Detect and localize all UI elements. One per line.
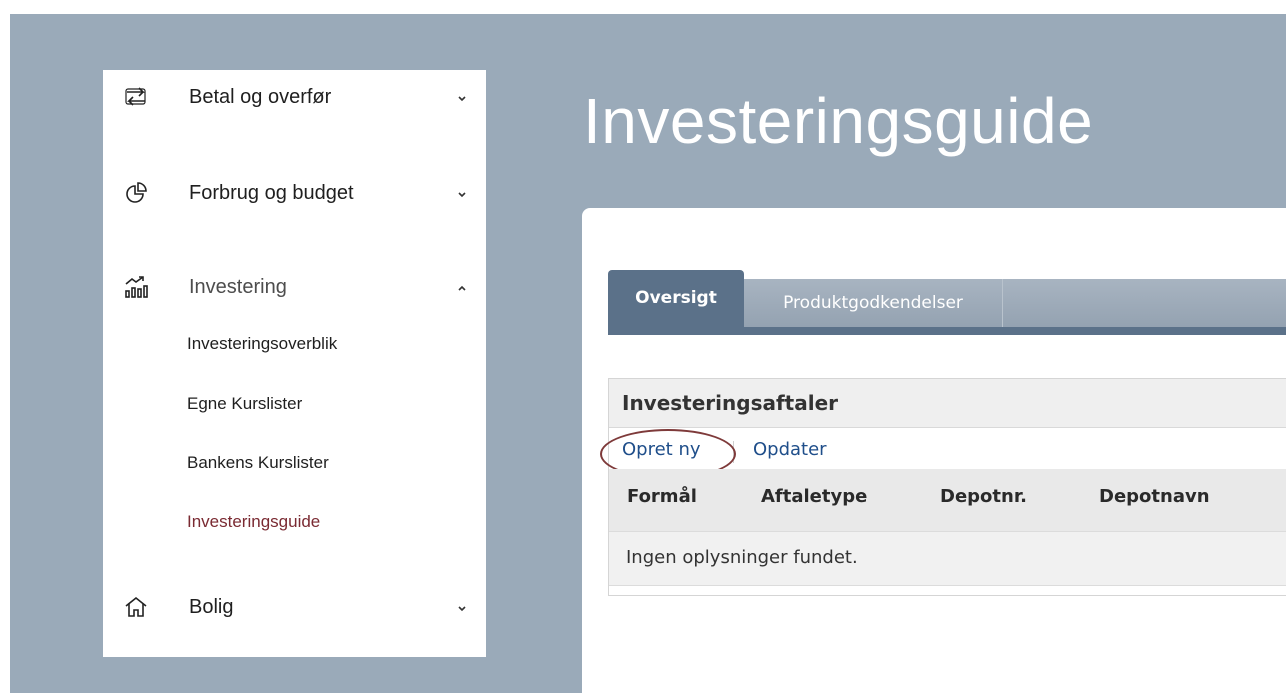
content-card: Oversigt Produktgodkendelser Investering… bbox=[582, 208, 1286, 693]
sidebar-item-label: Betal og overfør bbox=[189, 86, 332, 108]
refresh-link[interactable]: Opdater bbox=[753, 439, 827, 460]
empty-state-message: Ingen oplysninger fundet. bbox=[626, 547, 858, 568]
sidebar-item-label: Bolig bbox=[189, 596, 234, 618]
sidebar-subitem-egne-kurslister[interactable]: Egne Kurslister bbox=[187, 394, 302, 414]
sidebar-item-bolig[interactable]: Bolig bbox=[103, 588, 486, 628]
panel-actions: Opret ny Opdater bbox=[600, 427, 1286, 479]
sidebar-subitem-bankens-kurslister[interactable]: Bankens Kurslister bbox=[187, 453, 329, 473]
column-header-depotnr[interactable]: Depotnr. bbox=[940, 486, 1027, 507]
sidebar-item-label: Forbrug og budget bbox=[189, 182, 354, 204]
page-title: Investeringsguide bbox=[583, 85, 1094, 157]
chevron-down-icon bbox=[455, 187, 469, 201]
investment-chart-icon bbox=[123, 274, 149, 300]
sidebar-item-investering[interactable]: Investering bbox=[103, 268, 486, 308]
table-row: Ingen oplysninger fundet. bbox=[609, 531, 1286, 586]
sidebar-subitem-investeringsguide[interactable]: Investeringsguide bbox=[187, 512, 320, 532]
tab-produktgodkendelser[interactable]: Produktgodkendelser bbox=[744, 279, 1003, 327]
column-header-aftaletype[interactable]: Aftaletype bbox=[761, 486, 867, 507]
tab-bar: Oversigt Produktgodkendelser bbox=[608, 270, 1286, 335]
sidebar-subitem-investeringsoverblik[interactable]: Investeringsoverblik bbox=[187, 334, 337, 354]
sidebar-item-label: Investering bbox=[189, 276, 287, 298]
agreements-panel: Investeringsaftaler Opret ny Opdater For… bbox=[600, 378, 1286, 596]
tab-oversigt[interactable]: Oversigt bbox=[608, 270, 744, 327]
chevron-down-icon bbox=[455, 601, 469, 615]
chevron-up-icon bbox=[455, 281, 469, 295]
transfer-icon bbox=[123, 84, 149, 110]
panel-title: Investeringsaftaler bbox=[622, 391, 839, 415]
pie-chart-icon bbox=[123, 180, 149, 206]
panel-header: Investeringsaftaler bbox=[609, 379, 1286, 428]
create-new-link[interactable]: Opret ny bbox=[622, 439, 701, 460]
column-header-depotnavn[interactable]: Depotnavn bbox=[1099, 486, 1210, 507]
sidebar: Betal og overfør Forbrug og budget Inves… bbox=[103, 70, 486, 657]
action-divider bbox=[733, 441, 734, 463]
chevron-down-icon bbox=[455, 91, 469, 105]
table-header-row: Formål Aftaletype Depotnr. Depotnavn bbox=[609, 469, 1286, 531]
house-icon bbox=[123, 594, 149, 620]
column-header-formal[interactable]: Formål bbox=[627, 486, 697, 507]
sidebar-item-betal-og-overfor[interactable]: Betal og overfør bbox=[103, 78, 486, 118]
sidebar-item-forbrug-og-budget[interactable]: Forbrug og budget bbox=[103, 174, 486, 214]
